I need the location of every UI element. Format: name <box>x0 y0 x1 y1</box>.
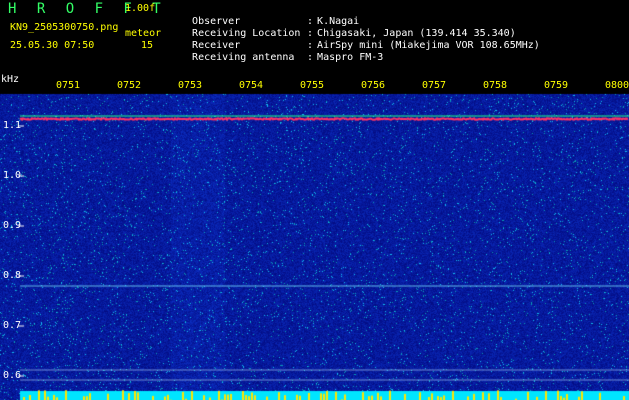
spectrogram <box>0 78 629 400</box>
meta-key: Receiving antenna <box>192 52 295 63</box>
time-tick-label: 0755 <box>300 80 325 91</box>
meteor-counter-label: meteor <box>125 28 162 39</box>
meta-value: Maspro FM-3 <box>317 52 384 63</box>
time-tick-label: 0758 <box>483 80 508 91</box>
time-axis: 0751 0752 0753 0754 0755 0756 0757 0758 0759 0800 <box>0 78 629 94</box>
frequency-tick-label: 0.7 <box>3 320 22 331</box>
frequency-tick-label: 1.0 <box>3 170 22 181</box>
time-tick-label: 0757 <box>422 80 447 91</box>
time-tick-label: 0754 <box>239 80 264 91</box>
meta-separator: : <box>307 52 314 63</box>
frequency-tick-label: 0.8 <box>3 270 22 281</box>
time-tick-label: 0752 <box>117 80 142 91</box>
time-tick-label: 0753 <box>178 80 203 91</box>
file-name: KN9_2505300750.png <box>10 22 119 33</box>
time-tick-label: 0759 <box>544 80 569 91</box>
meteor-counter-value: 15 <box>141 40 154 51</box>
meta-antenna: Receiving antenna: Maspro FM-3 <box>180 40 383 64</box>
frequency-tick-label: 1.1 <box>3 120 22 131</box>
frequency-tick-label: 0.9 <box>3 220 22 231</box>
timestamp: 25.05.30 07:50 <box>10 40 95 51</box>
version-label: 1.00f <box>125 3 156 14</box>
frequency-tick-label: 0.6 <box>3 370 22 381</box>
time-tick-label: 0751 <box>56 80 81 91</box>
time-tick-label: 0800 <box>605 80 629 91</box>
y-axis-unit: kHz <box>1 74 20 85</box>
time-tick-label: 0756 <box>361 80 386 91</box>
